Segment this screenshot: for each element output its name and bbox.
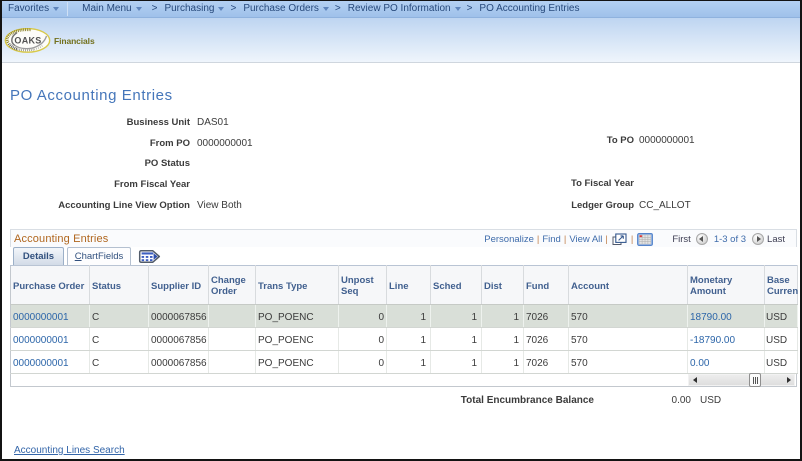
svg-text:OAKS: OAKS: [14, 36, 41, 46]
